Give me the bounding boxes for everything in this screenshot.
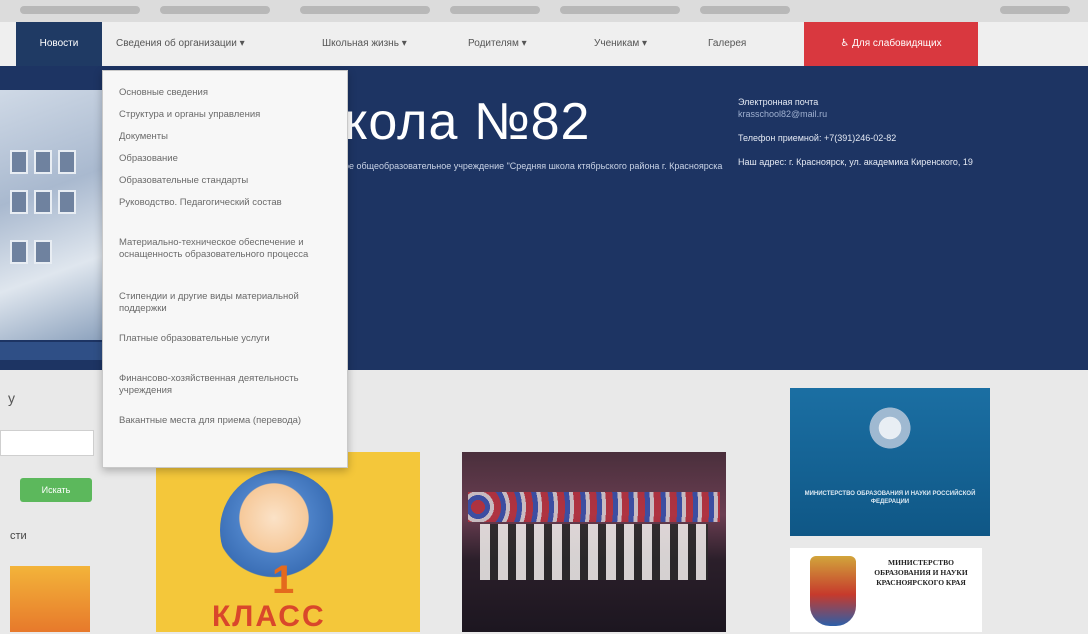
banner-bottom-strip bbox=[0, 342, 110, 360]
dropdown-item-scholarships[interactable]: Стипендии и другие виды материальной под… bbox=[119, 291, 333, 315]
ministry-rf-text: МИНИСТЕРСТВО ОБРАЗОВАНИЯ И НАУКИ РОССИЙС… bbox=[804, 491, 976, 505]
bookmark[interactable] bbox=[700, 6, 790, 14]
first-grade-banner[interactable]: 1 КЛАСС bbox=[156, 452, 420, 633]
browser-bookmarks-bar bbox=[0, 0, 1088, 23]
dropdown-item-financial-activity[interactable]: Финансово-хозяйственная деятельность учр… bbox=[119, 373, 333, 397]
dropdown-item-paid-services[interactable]: Платные образовательные услуги bbox=[119, 333, 333, 345]
dropdown-item-documents[interactable]: Документы bbox=[119, 131, 333, 143]
dropdown-item-structure[interactable]: Структура и органы управления bbox=[119, 109, 333, 121]
sidebar-news-heading: сти bbox=[10, 530, 27, 542]
banner-number: 1 bbox=[272, 558, 295, 602]
ministry-krasnoyarsk-text: МИНИСТЕРСТВО ОБРАЗОВАНИЯ И НАУКИ КРАСНОЯ… bbox=[874, 558, 968, 587]
bookmark[interactable] bbox=[1000, 6, 1070, 14]
banner-word: КЛАСС bbox=[212, 600, 326, 633]
email-link[interactable]: krasschool82@mail.ru bbox=[738, 109, 827, 119]
nav-item-news[interactable]: Новости bbox=[16, 22, 102, 66]
ministry-krasnoyarsk-banner[interactable]: МИНИСТЕРСТВО ОБРАЗОВАНИЯ И НАУКИ КРАСНОЯ… bbox=[790, 548, 982, 632]
email-label: Электронная почта bbox=[738, 97, 819, 107]
bookmark[interactable] bbox=[300, 6, 430, 14]
school-building-photo bbox=[0, 90, 110, 340]
dropdown-item-standards[interactable]: Образовательные стандарты bbox=[119, 175, 333, 187]
dropdown-item-education[interactable]: Образование bbox=[119, 153, 333, 165]
nav-item-parents[interactable]: Родителям ▾ bbox=[468, 22, 568, 66]
address-text: Наш адрес: г. Красноярск, ул. академика … bbox=[738, 157, 973, 167]
nav-item-students[interactable]: Ученикам ▾ bbox=[594, 22, 684, 66]
about-organization-dropdown: Основные сведения Структура и органы упр… bbox=[102, 70, 348, 468]
main-navigation: Новости Сведения об организации ▾ Школьн… bbox=[0, 22, 1088, 67]
balloons bbox=[468, 492, 720, 522]
krasnoyarsk-crest-icon bbox=[810, 556, 856, 626]
search-input[interactable] bbox=[0, 430, 94, 456]
concert-photo[interactable] bbox=[462, 452, 726, 632]
bookmark[interactable] bbox=[560, 6, 680, 14]
sidebar-heading: у bbox=[8, 390, 15, 406]
dropdown-item-basic-info[interactable]: Основные сведения bbox=[119, 87, 333, 99]
school-full-name: ое общеобразовательное учреждение "Средн… bbox=[344, 161, 723, 171]
page-title: кола №82 bbox=[344, 93, 591, 151]
nav-item-gallery[interactable]: Галерея bbox=[708, 22, 778, 66]
bookmark[interactable] bbox=[450, 6, 540, 14]
choir-row bbox=[480, 524, 708, 580]
dropdown-item-material-base[interactable]: Материально-техническое обеспечение и ос… bbox=[119, 237, 333, 261]
bookmark[interactable] bbox=[20, 6, 140, 14]
ministry-rf-banner[interactable]: МИНИСТЕРСТВО ОБРАЗОВАНИЯ И НАУКИ РОССИЙС… bbox=[790, 388, 990, 536]
eagle-emblem-icon bbox=[866, 400, 914, 456]
nav-item-about-organization[interactable]: Сведения об организации ▾ bbox=[116, 22, 306, 66]
bookmark[interactable] bbox=[160, 6, 270, 14]
nav-item-visually-impaired[interactable]: ♿ Для слабовидящих bbox=[804, 22, 978, 66]
dropdown-item-vacancies[interactable]: Вакантные места для приема (перевода) bbox=[119, 415, 333, 427]
news-thumbnail[interactable] bbox=[10, 566, 90, 632]
dropdown-item-management-staff[interactable]: Руководство. Педагогический состав bbox=[119, 197, 333, 209]
phone-text: Телефон приемной: +7(391)246-02-82 bbox=[738, 133, 897, 143]
search-button[interactable]: Искать bbox=[20, 478, 92, 502]
nav-item-school-life[interactable]: Школьная жизнь ▾ bbox=[322, 22, 452, 66]
contacts-block: Электронная почта krasschool82@mail.ru Т… bbox=[738, 96, 998, 180]
